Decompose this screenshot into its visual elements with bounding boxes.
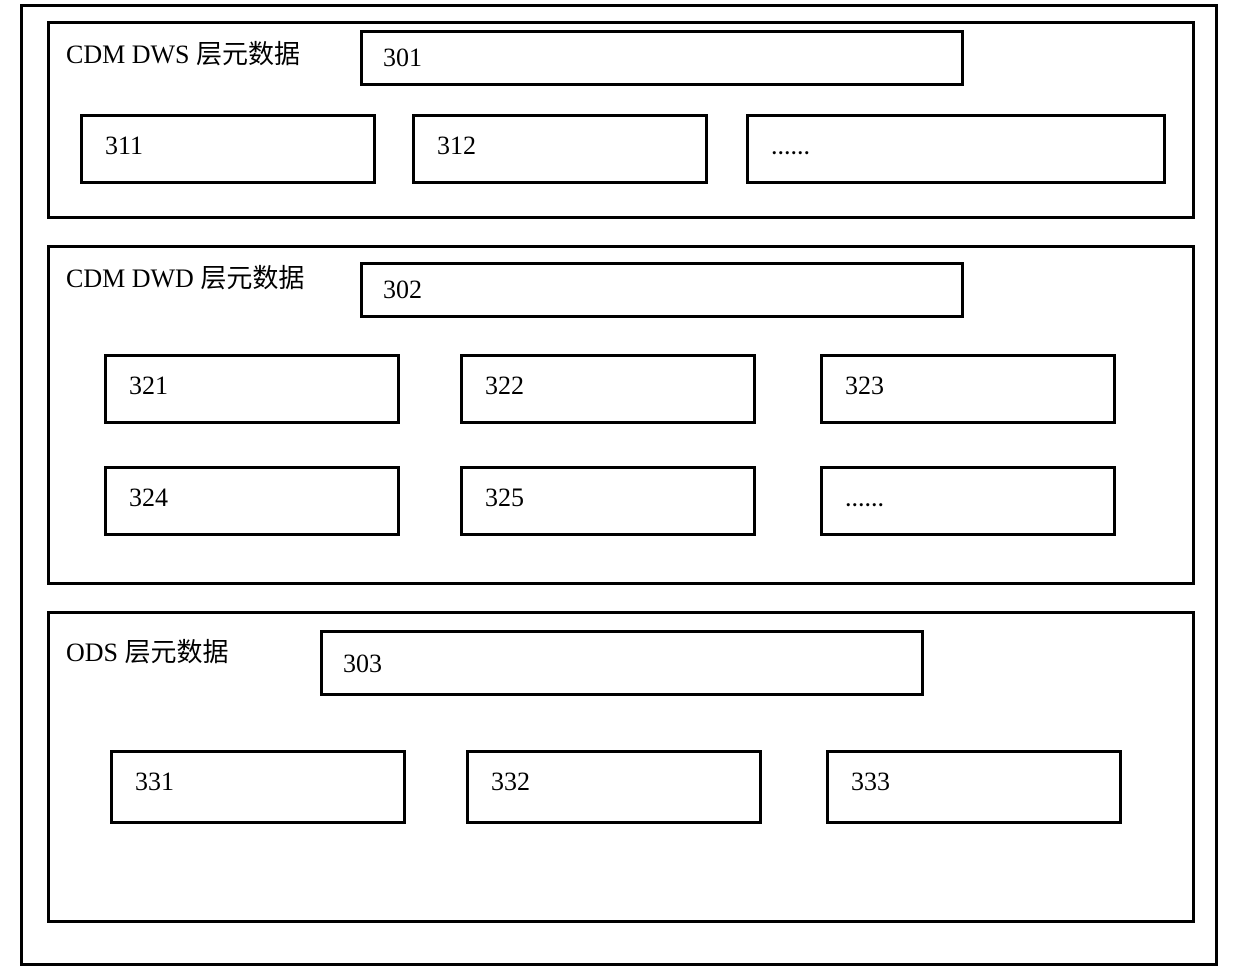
layer-title-ods: ODS 层元数据 [66,632,229,669]
cell-dwd-ellipsis: ...... [820,466,1116,536]
layer-cdm-dwd: CDM DWD 层元数据 302 321 322 323 324 325 ...… [47,245,1195,585]
header-box-302: 302 [360,262,964,318]
cell-332: 332 [466,750,762,824]
header-box-301: 301 [360,30,964,86]
outer-frame: CDM DWS 层元数据 301 311 312 ...... CDM DWD … [20,4,1218,966]
header-box-303: 303 [320,630,924,696]
layer-cdm-dws: CDM DWS 层元数据 301 311 312 ...... [47,21,1195,219]
cell-323: 323 [820,354,1116,424]
layer-title-dwd: CDM DWD 层元数据 [66,258,304,295]
cell-312: 312 [412,114,708,184]
diagram-canvas: CDM DWS 层元数据 301 311 312 ...... CDM DWD … [0,0,1240,976]
cell-322: 322 [460,354,756,424]
cell-311: 311 [80,114,376,184]
layer-ods: ODS 层元数据 303 331 332 333 [47,611,1195,923]
cell-325: 325 [460,466,756,536]
cell-321: 321 [104,354,400,424]
layer-title-dws: CDM DWS 层元数据 [66,34,300,71]
cell-dws-ellipsis: ...... [746,114,1166,184]
cell-324: 324 [104,466,400,536]
cell-331: 331 [110,750,406,824]
cell-333: 333 [826,750,1122,824]
